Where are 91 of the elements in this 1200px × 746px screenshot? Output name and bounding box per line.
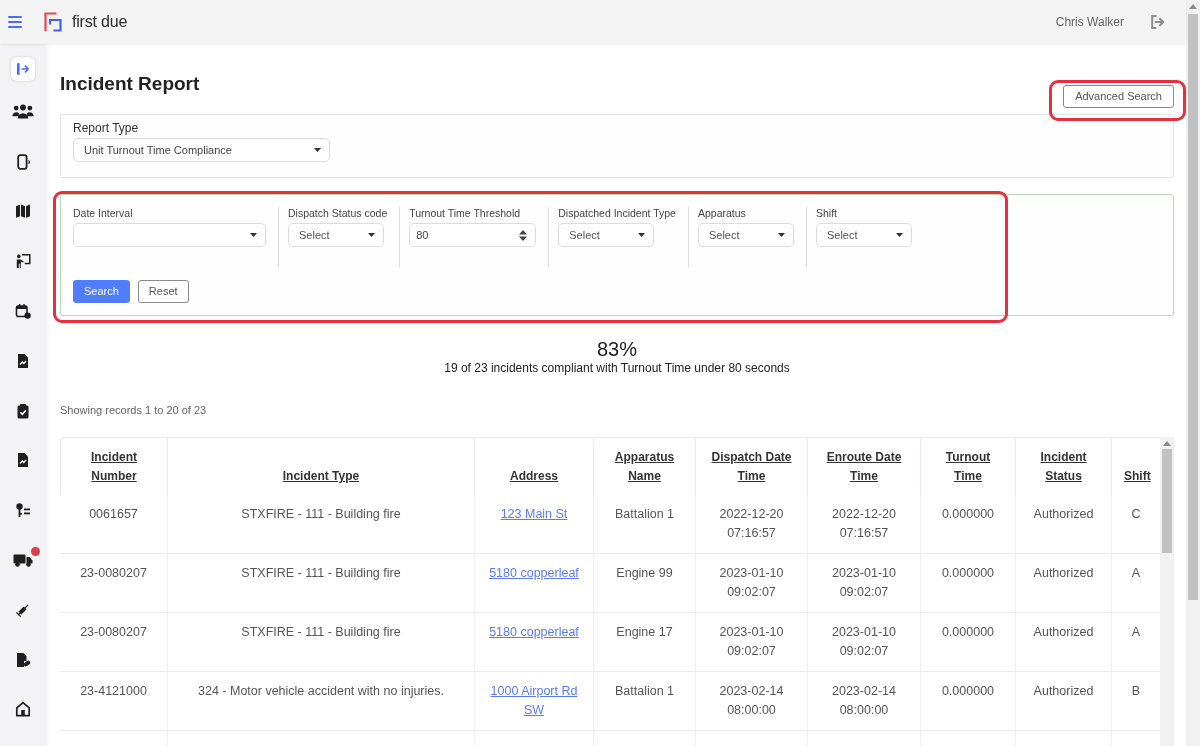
menu-icon[interactable] xyxy=(8,16,22,28)
table-cell: Battalion 1 xyxy=(594,672,696,731)
table-cell: 2023-01-10 09:02:07 xyxy=(696,613,808,672)
phone-icon xyxy=(15,153,31,170)
clipboard-check-icon xyxy=(15,402,31,419)
column-header[interactable]: Turnout Time xyxy=(921,437,1016,495)
spinner-icon xyxy=(519,229,528,241)
dropdown[interactable]: Select xyxy=(697,223,794,247)
file-chart-icon xyxy=(15,352,31,369)
scroll-up-icon[interactable] xyxy=(1189,4,1197,9)
caret-icon xyxy=(368,233,375,237)
column-header[interactable]: Address xyxy=(475,437,594,495)
bar-arrow-icon xyxy=(15,61,31,77)
address-link[interactable]: 5180 copperleaf xyxy=(489,564,579,583)
column-header[interactable]: Dispatch Date Time xyxy=(696,437,808,495)
table-cell: Battalion 1 xyxy=(594,495,696,554)
table-cell: Authorized xyxy=(1016,613,1112,672)
address-link[interactable]: 5180 copperleaf xyxy=(489,623,579,642)
caret-icon xyxy=(895,233,903,237)
table-cell: 0061657 xyxy=(60,495,168,554)
scrollbar[interactable] xyxy=(1186,0,1200,746)
scroll-up-icon[interactable] xyxy=(1163,441,1171,446)
compliance-summary: 19 of 23 incidents compliant with Turnout Time under 80 seconds xyxy=(443,361,791,376)
address-link[interactable]: 123 Main St xyxy=(500,505,568,524)
table-cell: 2022-12-20 07:16:57 xyxy=(808,495,921,554)
table-cell: 2022-12-20 07:16:57 xyxy=(696,495,808,554)
table-cell: 324 - Motor vehicle accident with no injuries. xyxy=(168,672,475,731)
table-cell: Authorized xyxy=(1016,672,1112,731)
logo-icon xyxy=(44,12,62,32)
table-cell: 23-0080207 xyxy=(60,613,168,672)
field-label: Shift xyxy=(815,207,838,220)
field-label: Apparatus xyxy=(697,207,747,220)
presenter-icon xyxy=(15,253,31,270)
scrollbar-thumb[interactable] xyxy=(1162,449,1172,553)
logout-icon[interactable] xyxy=(1150,14,1166,30)
dropdown[interactable]: Select xyxy=(288,223,384,247)
table-cell: 0.000000 xyxy=(921,495,1016,554)
column-header[interactable]: Incident Type xyxy=(168,437,475,495)
house-icon xyxy=(15,701,31,718)
column-header[interactable]: Enroute Date Time xyxy=(808,437,921,495)
column-header[interactable]: Incident Number xyxy=(60,437,168,495)
caret-icon xyxy=(314,148,321,152)
reset-button[interactable]: Reset xyxy=(137,280,189,303)
caret-icon xyxy=(638,233,646,237)
table-cell: STXFIRE - 111 - Building fire xyxy=(168,554,475,613)
column-header[interactable]: Shift xyxy=(1112,437,1160,495)
search-button[interactable]: Search xyxy=(73,280,130,303)
table-cell: STXFIRE - 111 - Building fire xyxy=(168,495,475,554)
compliance-percent: 83% xyxy=(596,337,638,361)
field-label: Turnout Time Threshold xyxy=(409,207,522,220)
column-header[interactable]: Incident Status xyxy=(1016,437,1112,495)
caret-icon xyxy=(777,233,785,237)
page-title: Incident Report xyxy=(60,72,200,96)
field-label: Date Interval xyxy=(73,207,134,220)
table-cell: 23-4121000 xyxy=(60,672,168,731)
file-pill-icon xyxy=(15,651,31,668)
scrollbar-thumb[interactable] xyxy=(1188,14,1198,600)
table-cell: Engine 99 xyxy=(594,554,696,613)
calendar-icon xyxy=(15,303,31,319)
table-cell: Authorized xyxy=(1016,495,1112,554)
table-cell: Authorized xyxy=(1016,554,1112,613)
table-cell: 0.000000 xyxy=(921,613,1016,672)
dropdown[interactable]: Select xyxy=(558,223,655,247)
field-label: Report Type xyxy=(73,120,140,136)
address-link[interactable]: 1000 Airport Rd SW xyxy=(483,682,585,720)
field-label: Dispatch Status code xyxy=(288,207,388,220)
table-cell: 2023-01-10 09:02:07 xyxy=(808,613,921,672)
records-count: Showing records 1 to 20 of 23 xyxy=(60,403,208,417)
column-header[interactable]: Apparatus Name xyxy=(594,437,696,495)
brand-name: first due xyxy=(72,12,128,32)
table-cell: 2023-01-10 09:02:07 xyxy=(808,554,921,613)
advanced-search-button[interactable]: Advanced Search xyxy=(1063,85,1174,108)
people-icon xyxy=(12,104,34,120)
key-list-icon xyxy=(15,502,31,519)
report-type-select[interactable]: Unit Turnout Time Compliance xyxy=(73,138,330,162)
number-input[interactable]: 80 xyxy=(409,223,537,247)
table-cell: 23-0080207 xyxy=(60,554,168,613)
table-cell: Engine 17 xyxy=(594,613,696,672)
table-cell: 0.000000 xyxy=(921,672,1016,731)
file-chart-icon xyxy=(15,452,31,469)
table-cell: STXFIRE - 111 - Building fire xyxy=(168,613,475,672)
caret-icon xyxy=(250,233,257,237)
scrollbar[interactable] xyxy=(1160,437,1174,746)
field-label: Dispatched Incident Type xyxy=(558,207,676,220)
table-cell: 2023-01-10 09:02:07 xyxy=(696,554,808,613)
table-cell: 2023-02-14 08:00:00 xyxy=(696,672,808,731)
table-cell: 0.000000 xyxy=(921,554,1016,613)
user-name: Chris Walker xyxy=(1055,14,1124,31)
dropdown[interactable]: Select xyxy=(815,223,912,247)
table-cell: 2023-02-14 08:00:00 xyxy=(808,672,921,731)
map-icon xyxy=(15,203,31,220)
